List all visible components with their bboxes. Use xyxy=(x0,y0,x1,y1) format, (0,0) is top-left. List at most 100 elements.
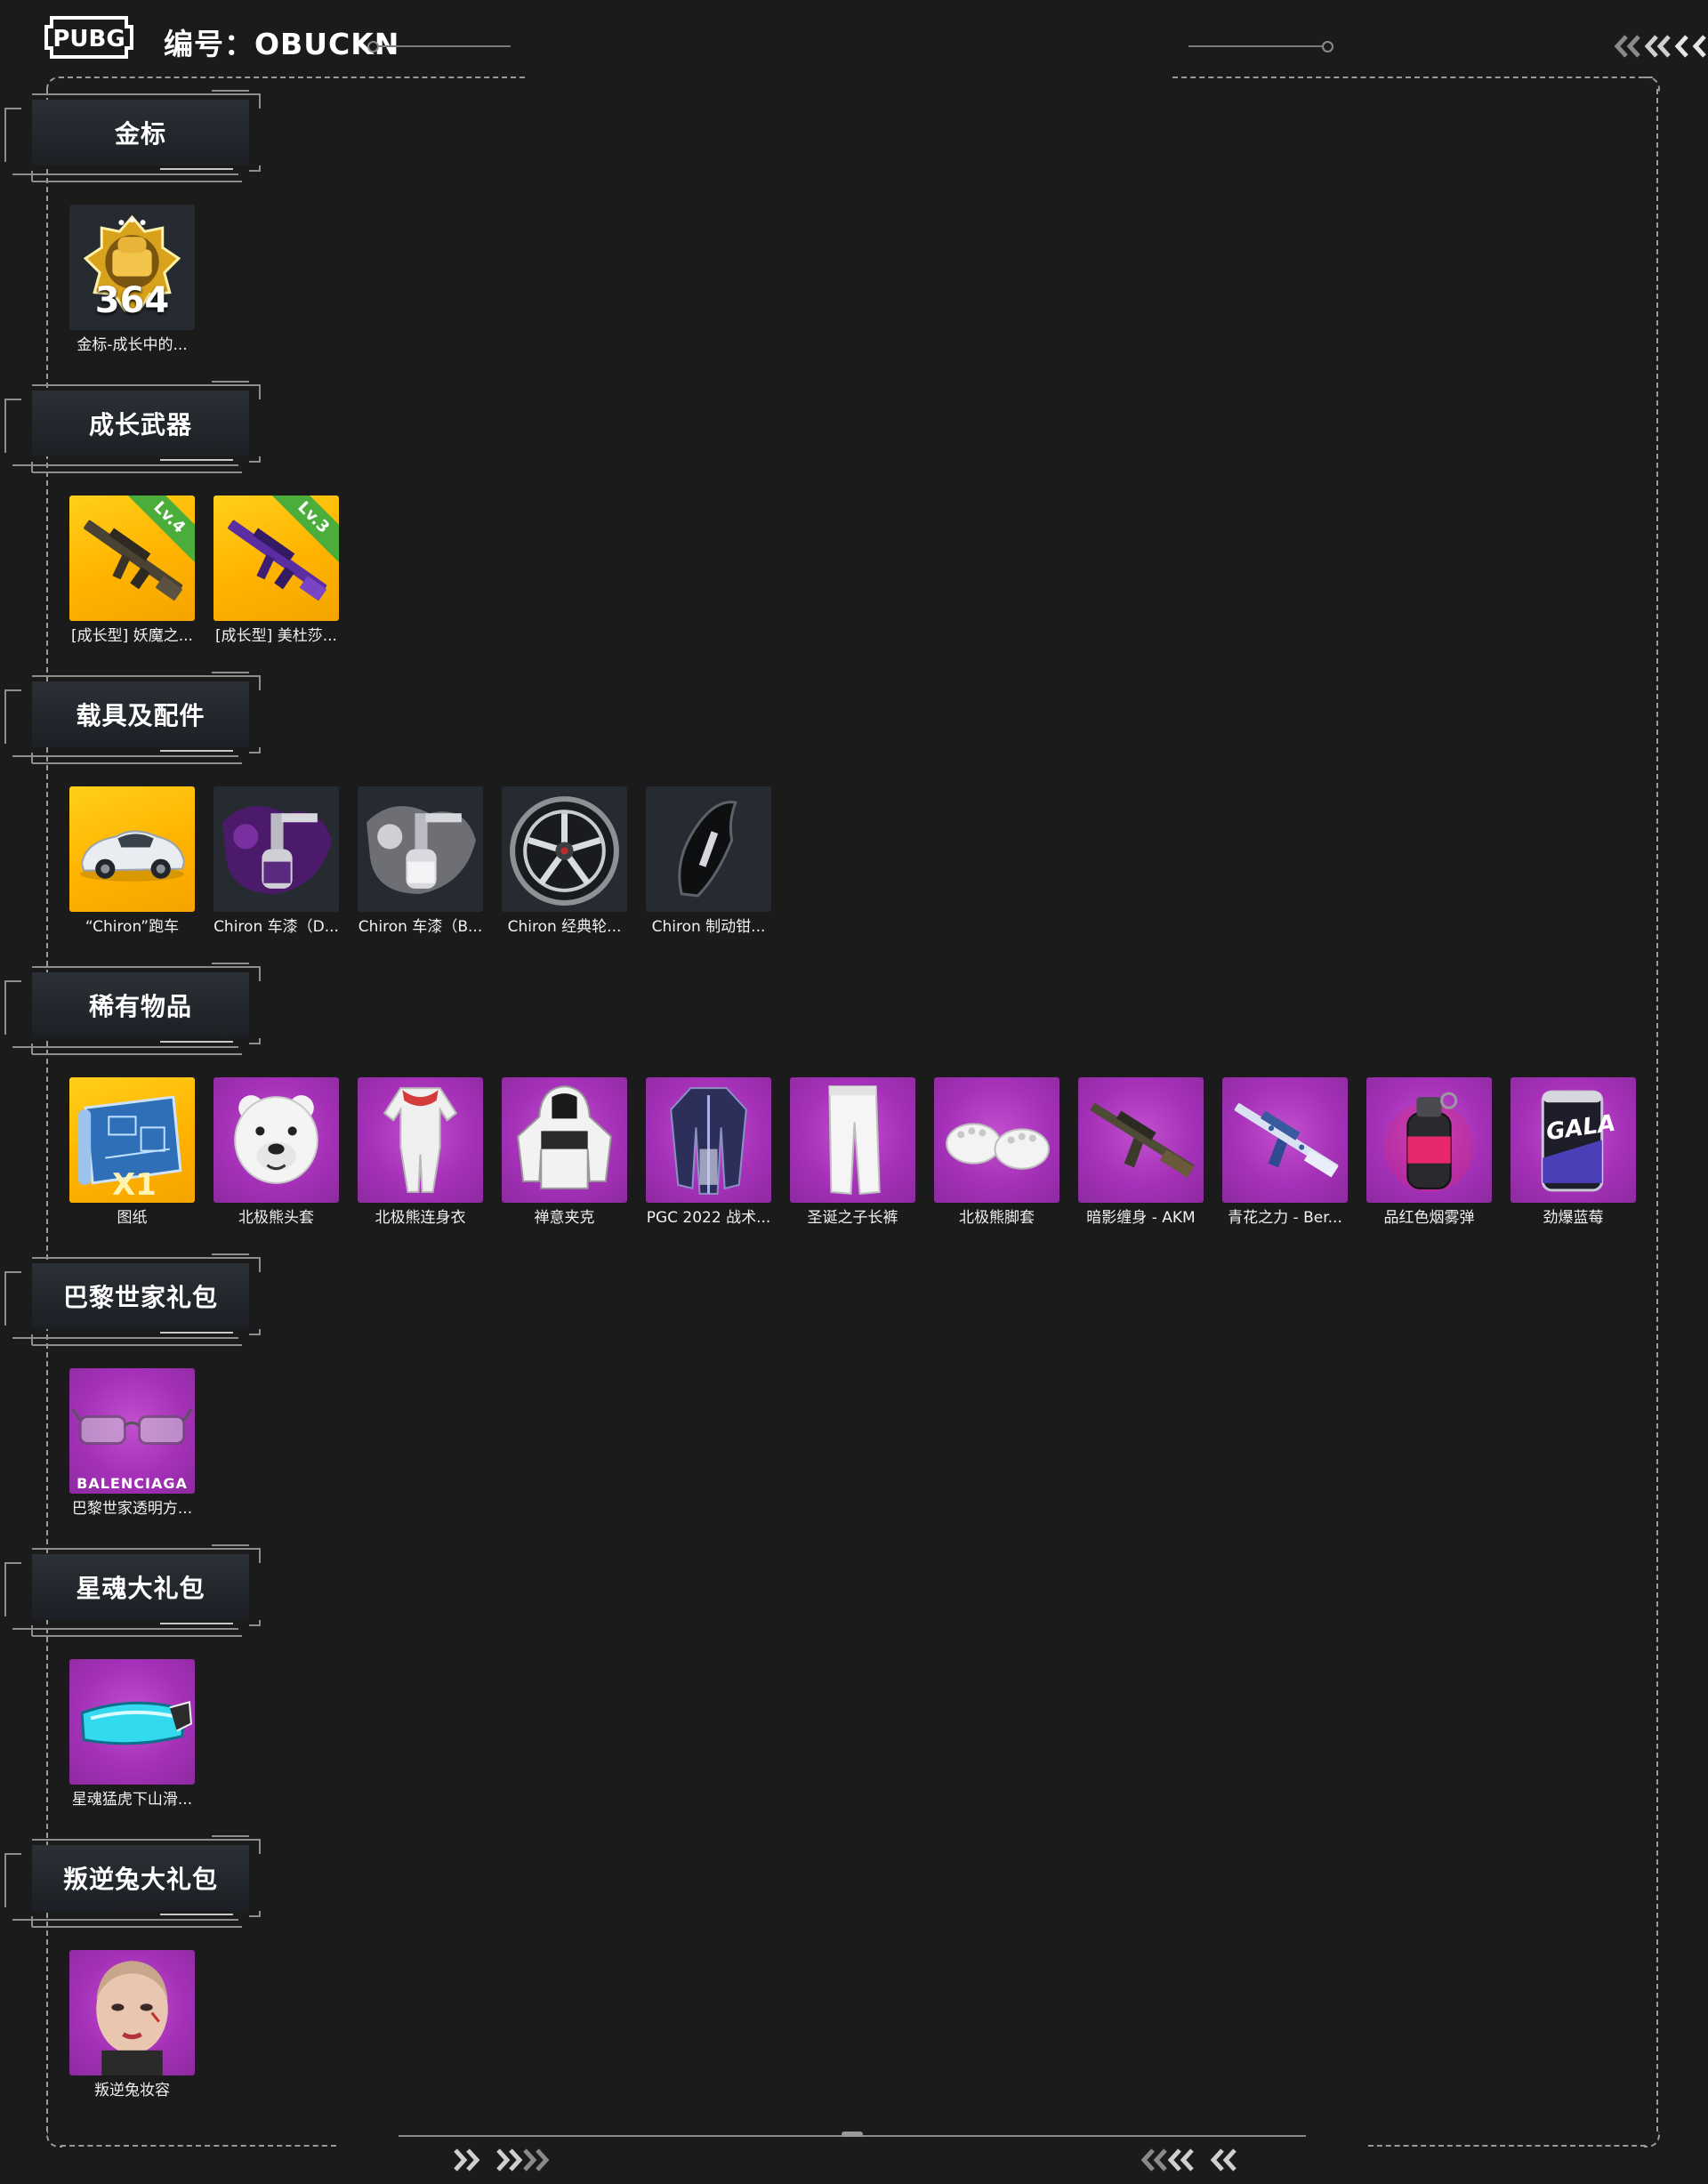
item-card[interactable]: 品红色烟雾弹 xyxy=(1366,1077,1492,1228)
header-line-left xyxy=(377,45,511,47)
frame-bottom-right xyxy=(1368,2145,1646,2147)
polar-bear-head-icon xyxy=(234,1095,318,1184)
item-row: 364 金标-成长中的... xyxy=(69,205,195,355)
item-name: 禅意夹克 xyxy=(534,1209,595,1227)
item-card[interactable]: Chiron 经典轮... xyxy=(502,786,627,937)
section-header: 稀有物品 xyxy=(0,962,267,1060)
item-thumbnail[interactable]: 364 xyxy=(69,205,195,330)
account-code: 编号：OBUCKN xyxy=(164,27,400,61)
scroll-handle[interactable] xyxy=(842,2132,863,2137)
inventory-section: 叛逆兔大礼包 叛逆兔妆容 xyxy=(0,1834,1708,2119)
pants-icon xyxy=(828,1085,881,1196)
item-name: 暗影缠身 - AKM xyxy=(1086,1209,1196,1227)
item-thumbnail[interactable] xyxy=(502,786,627,912)
item-card[interactable]: BALENCIAGA 巴黎世家透明方... xyxy=(69,1368,195,1519)
line-dot xyxy=(1322,41,1333,52)
item-name: 巴黎世家透明方... xyxy=(71,1500,193,1518)
item-thumbnail[interactable] xyxy=(214,1077,339,1203)
item-name: 圣诞之子长裤 xyxy=(807,1209,898,1227)
item-card[interactable]: 北极熊头套 xyxy=(214,1077,339,1228)
item-thumbnail[interactable] xyxy=(934,1077,1059,1203)
item-name: Chiron 车漆（B... xyxy=(358,918,483,936)
item-card[interactable]: 禅意夹克 xyxy=(502,1077,627,1228)
section-title: 载具及配件 xyxy=(32,681,249,747)
item-thumbnail[interactable] xyxy=(1222,1077,1348,1203)
section-header: 载具及配件 xyxy=(0,671,267,769)
item-row: 叛逆兔妆容 xyxy=(69,1950,195,2100)
item-thumbnail[interactable]: Lv.4 xyxy=(69,496,195,621)
item-card[interactable]: 北极熊连身衣 xyxy=(358,1077,483,1228)
item-card[interactable]: 364 金标-成长中的... xyxy=(69,205,195,355)
item-name: 劲爆蓝莓 xyxy=(1543,1209,1604,1227)
paint-sprayer-purple-icon xyxy=(222,806,332,894)
item-card[interactable]: PGC 2022 战术... xyxy=(646,1077,771,1228)
item-row: BALENCIAGA 巴黎世家透明方... xyxy=(69,1368,195,1519)
item-thumbnail[interactable] xyxy=(358,786,483,912)
section-title: 星魂大礼包 xyxy=(32,1554,249,1620)
inventory-section: 巴黎世家礼包 BALENCIAGA 巴黎世家透明方... xyxy=(0,1253,1708,1537)
item-name: 品红色烟雾弹 xyxy=(1383,1209,1475,1227)
item-thumbnail[interactable] xyxy=(214,786,339,912)
item-name: Chiron 经典轮... xyxy=(507,918,622,936)
item-card[interactable]: 暗影缠身 - AKM xyxy=(1078,1077,1204,1228)
inventory-section: 金标 364 金标-成长中的... xyxy=(0,89,1708,374)
tactical-coat-icon xyxy=(670,1087,747,1195)
item-card[interactable]: Chiron 车漆（D... xyxy=(214,786,339,937)
item-name: [成长型] 妖魔之... xyxy=(71,627,193,645)
item-thumbnail[interactable] xyxy=(358,1077,483,1203)
item-name: 北极熊连身衣 xyxy=(375,1209,466,1227)
header-line-right xyxy=(1188,45,1322,47)
item-name: PGC 2022 战术... xyxy=(646,1209,771,1227)
paint-sprayer-white-icon xyxy=(367,806,476,894)
item-thumbnail[interactable]: Lv.3 xyxy=(214,496,339,621)
item-thumbnail[interactable] xyxy=(1078,1077,1204,1203)
item-thumbnail[interactable] xyxy=(1366,1077,1492,1203)
section-header: 巴黎世家礼包 xyxy=(0,1253,267,1350)
item-name: “Chiron”跑车 xyxy=(85,918,180,936)
frame-top-left xyxy=(59,77,525,78)
item-thumbnail[interactable]: X1 xyxy=(69,1077,195,1203)
header: PUBG 编号：OBUCKN xyxy=(0,0,1708,89)
item-thumbnail[interactable] xyxy=(646,1077,771,1203)
item-thumbnail[interactable] xyxy=(69,1659,195,1785)
item-card[interactable]: Chiron 车漆（B... xyxy=(358,786,483,937)
item-card[interactable]: Lv.3 [成长型] 美杜莎... xyxy=(214,496,339,646)
face-makeup-icon xyxy=(96,1961,168,2075)
item-card[interactable]: 叛逆兔妆容 xyxy=(69,1950,195,2100)
frame-bottom-left xyxy=(60,2145,336,2147)
item-thumbnail[interactable] xyxy=(69,786,195,912)
smoke-grenade-icon xyxy=(1384,1092,1474,1192)
logo-text: PUBG xyxy=(52,26,125,52)
item-name: 叛逆兔妆容 xyxy=(94,2082,170,2099)
item-card[interactable]: 星魂猛虎下山滑... xyxy=(69,1659,195,1809)
item-thumbnail[interactable] xyxy=(502,1077,627,1203)
item-card[interactable]: Chiron 制动钳... xyxy=(646,786,771,937)
item-thumbnail[interactable] xyxy=(646,786,771,912)
pubg-logo: PUBG xyxy=(44,14,133,60)
item-name: 星魂猛虎下山滑... xyxy=(71,1791,193,1809)
item-name: [成长型] 美杜莎... xyxy=(215,627,337,645)
item-card[interactable]: GALA 劲爆蓝莓 xyxy=(1511,1077,1636,1228)
brand-text: BALENCIAGA xyxy=(77,1475,188,1492)
section-header: 金标 xyxy=(0,89,267,187)
item-thumbnail[interactable] xyxy=(790,1077,915,1203)
inventory-section: 星魂大礼包星魂猛虎下山滑... xyxy=(0,1543,1708,1828)
item-name: 青花之力 - Ber... xyxy=(1228,1209,1342,1227)
item-card[interactable]: 青花之力 - Ber... xyxy=(1222,1077,1348,1228)
section-title: 巴黎世家礼包 xyxy=(32,1263,249,1329)
item-card[interactable]: 北极熊脚套 xyxy=(934,1077,1059,1228)
item-row: X1 图纸 北极熊头套 北极熊连身衣 禅意夹克 PGC 2022 战术... 圣诞之子长裤 北… xyxy=(69,1077,1636,1228)
section-title: 成长武器 xyxy=(32,391,249,456)
item-card[interactable]: Lv.4 [成长型] 妖魔之... xyxy=(69,496,195,646)
section-header: 星魂大礼包 xyxy=(0,1543,267,1641)
item-thumbnail[interactable]: GALA xyxy=(1511,1077,1636,1203)
item-row: “Chiron”跑车 Chiron 车漆（D... Chiron 车漆（B... Ch… xyxy=(69,786,771,937)
item-card[interactable]: 圣诞之子长裤 xyxy=(790,1077,915,1228)
ski-goggles-icon xyxy=(80,1701,193,1745)
item-card[interactable]: X1 图纸 xyxy=(69,1077,195,1228)
item-thumbnail[interactable] xyxy=(69,1950,195,2075)
item-card[interactable]: “Chiron”跑车 xyxy=(69,786,195,937)
item-thumbnail[interactable]: BALENCIAGA xyxy=(69,1368,195,1494)
jumpsuit-icon xyxy=(383,1087,458,1193)
section-header: 成长武器 xyxy=(0,380,267,478)
